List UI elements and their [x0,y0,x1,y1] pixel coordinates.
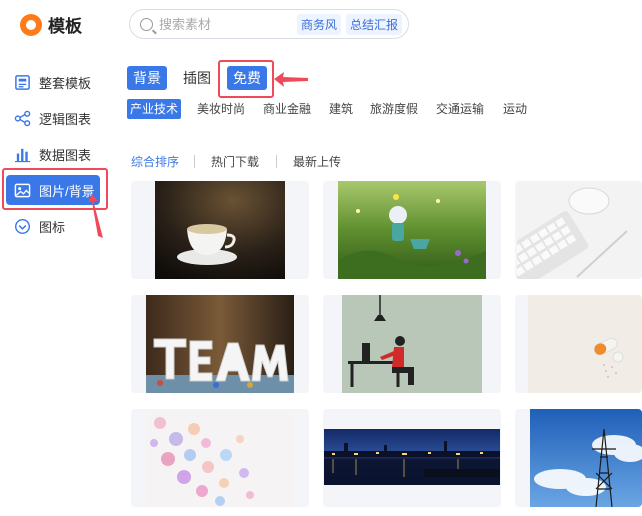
logo-text: 模板 [48,17,82,36]
tab-background[interactable]: 背景 [127,66,167,90]
watercolor-dots-image [146,409,294,507]
heart-badge-icon [14,218,31,234]
sidebar-item-label: 整套模板 [39,75,92,91]
category-travel[interactable]: 旅游度假 [367,99,421,119]
sidebar-item-label: 数据图表 [39,147,92,163]
desk-worker-illustration [342,295,482,393]
template-icon [15,74,30,90]
annotation-arrow-free [274,72,308,87]
power-tower-sky-image [530,409,642,507]
category-sports[interactable]: 运动 [500,99,530,119]
image-card[interactable] [515,295,642,393]
sort-newest[interactable]: 最新上传 [293,153,341,170]
sidebar-item-data-charts[interactable]: 数据图表 [6,139,100,169]
category-industry-tech[interactable]: 产业技术 [127,99,182,119]
image-card[interactable] [323,181,501,279]
city-night-skyline-image [324,429,500,485]
image-card[interactable] [323,409,501,507]
sidebar-item-label: 逻辑图表 [39,111,92,127]
team-letters-image [146,295,294,393]
sort-default[interactable]: 综合排序 [131,153,179,170]
keyboard-mouse-image [517,181,642,279]
search-input[interactable] [159,16,292,32]
annotation-box-free [218,60,274,98]
image-card[interactable] [131,295,309,393]
grass-toy-image [338,181,486,279]
search-tag-business[interactable]: 商务风 [296,13,341,35]
pills-image [528,295,642,393]
bar-chart-icon [14,148,31,162]
image-card[interactable] [131,181,309,279]
image-card[interactable] [323,295,501,393]
category-transport[interactable]: 交通运输 [433,99,487,119]
app-logo[interactable]: 模板 [20,12,82,37]
search-icon [140,17,153,31]
category-architecture[interactable]: 建筑 [326,99,356,119]
sort-divider [194,155,195,168]
sidebar-item-logic-charts[interactable]: 逻辑图表 [6,103,100,133]
logic-chart-icon [14,110,31,126]
image-card[interactable] [131,409,309,507]
annotation-arrow-sidebar [88,194,103,238]
image-card[interactable] [515,181,642,279]
coffee-cup-image [155,181,285,279]
image-card[interactable] [515,409,642,507]
logo-icon [20,13,42,36]
search-box[interactable]: 商务风 总结汇报 [129,9,409,39]
sort-divider [276,155,277,168]
sidebar-item-templates[interactable]: 整套模板 [6,67,100,97]
category-business-finance[interactable]: 商业金融 [260,99,314,119]
tab-illustration[interactable]: 插图 [177,66,217,90]
search-tag-report[interactable]: 总结汇报 [345,13,402,35]
category-beauty-fashion[interactable]: 美妆时尚 [194,99,248,119]
sidebar-item-label: 图标 [39,219,66,235]
sort-popular[interactable]: 热门下载 [211,153,259,170]
